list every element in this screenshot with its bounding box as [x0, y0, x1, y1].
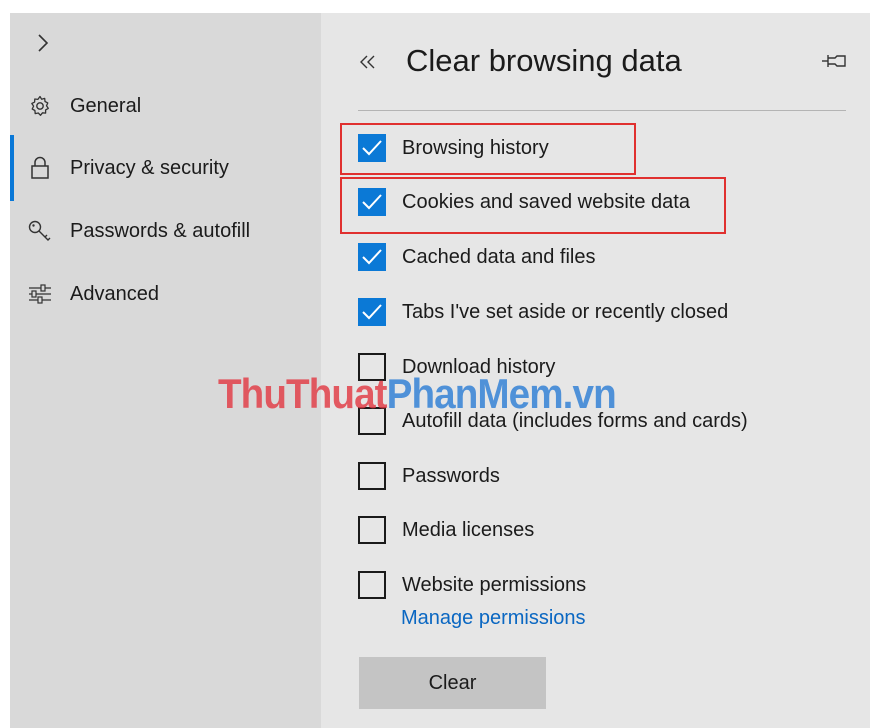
sidebar-item-label: General: [70, 94, 142, 117]
option-tabs-set-aside[interactable]: Tabs I've set aside or recently closed: [358, 295, 728, 329]
option-label: Website permissions: [402, 573, 587, 596]
active-indicator: [10, 135, 14, 201]
back-button[interactable]: [357, 49, 379, 75]
option-website-permissions[interactable]: Website permissions: [358, 568, 586, 602]
lock-icon: [27, 155, 53, 181]
chevron-right-icon: [38, 34, 49, 52]
option-label: Browsing history: [402, 136, 549, 159]
checkbox-checked[interactable]: [358, 298, 386, 326]
checkbox-unchecked[interactable]: [358, 571, 386, 599]
option-label: Cookies and saved website data: [402, 190, 690, 213]
option-label: Passwords: [402, 464, 500, 487]
checkmark-icon: [362, 140, 382, 156]
watermark: ThuThuatPhanMem.vn: [218, 370, 617, 418]
checkbox-checked[interactable]: [358, 243, 386, 271]
sidebar-item-passwords[interactable]: Passwords & autofill: [10, 207, 321, 255]
sidebar-item-label: Privacy & security: [70, 156, 229, 179]
checkmark-icon: [362, 194, 382, 210]
double-chevron-left-icon: [360, 55, 375, 69]
option-cookies[interactable]: Cookies and saved website data: [358, 185, 690, 219]
expand-sidebar-button[interactable]: [30, 28, 56, 58]
gear-icon: [27, 93, 53, 119]
sidebar-item-advanced[interactable]: Advanced: [10, 270, 321, 318]
checkmark-icon: [362, 304, 382, 320]
pin-button[interactable]: [819, 51, 849, 71]
clear-button[interactable]: Clear: [359, 657, 546, 709]
key-icon: [27, 218, 53, 244]
option-browsing-history[interactable]: Browsing history: [358, 131, 549, 165]
checkmark-icon: [362, 249, 382, 265]
checkbox-checked[interactable]: [358, 188, 386, 216]
option-label: Media licenses: [402, 518, 535, 541]
watermark-part-red: ThuThuat: [218, 370, 388, 417]
manage-permissions-link[interactable]: Manage permissions: [401, 607, 586, 630]
pin-icon: [822, 55, 846, 67]
option-media-licenses[interactable]: Media licenses: [358, 513, 534, 547]
sidebar-item-label: Passwords & autofill: [70, 219, 251, 242]
sliders-icon: [27, 281, 53, 307]
checkbox-unchecked[interactable]: [358, 462, 386, 490]
option-label: Tabs I've set aside or recently closed: [402, 300, 729, 323]
checkbox-unchecked[interactable]: [358, 516, 386, 544]
checkbox-checked[interactable]: [358, 134, 386, 162]
sidebar-item-general[interactable]: General: [10, 82, 321, 130]
option-passwords[interactable]: Passwords: [358, 459, 500, 493]
option-label: Cached data and files: [402, 245, 596, 268]
option-cached-data[interactable]: Cached data and files: [358, 240, 595, 274]
watermark-part-blue: PhanMem.vn: [386, 370, 617, 417]
title-divider: [358, 110, 846, 111]
sidebar-item-privacy[interactable]: Privacy & security: [10, 135, 321, 201]
page-title: Clear browsing data: [406, 43, 682, 78]
sidebar-item-label: Advanced: [70, 282, 159, 305]
